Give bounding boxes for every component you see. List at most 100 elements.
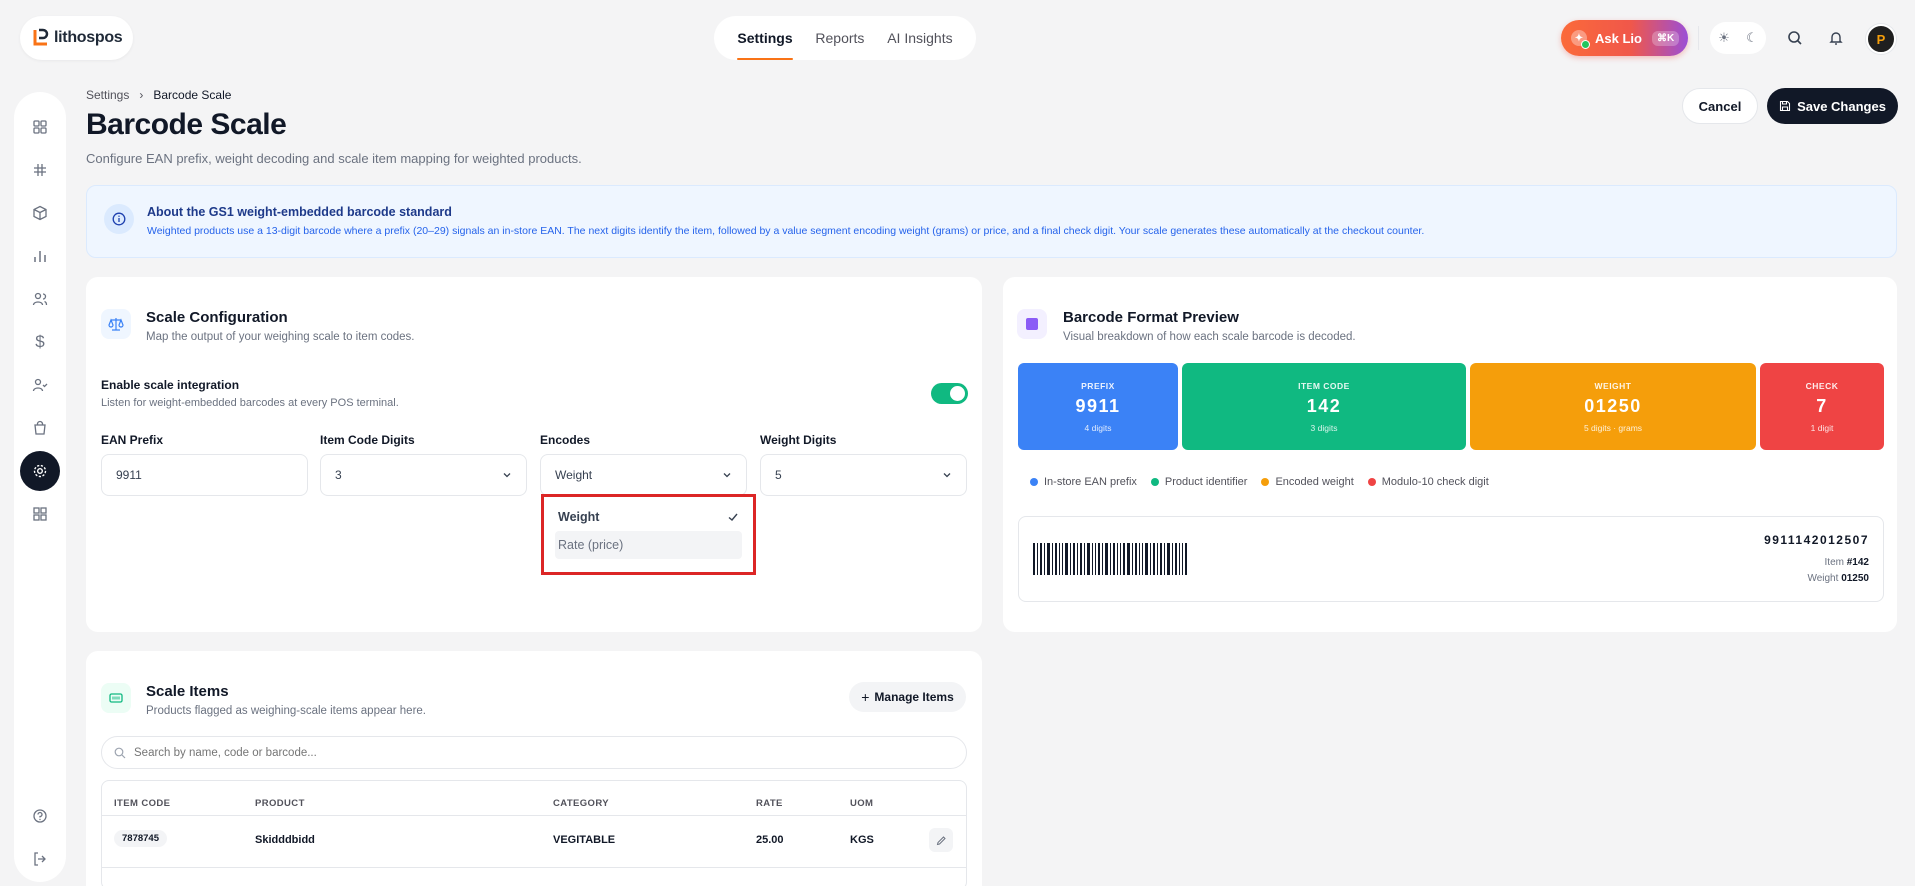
logo[interactable]: lithospos xyxy=(20,16,133,60)
manage-items-label: Manage Items xyxy=(874,690,954,704)
enable-scale-label: Enable scale integration xyxy=(101,378,240,392)
rate-cell: 25.00 xyxy=(756,834,784,846)
shortcut-badge: ⌘K xyxy=(1651,30,1680,46)
bell-icon[interactable] xyxy=(1824,26,1848,50)
divider xyxy=(1698,26,1699,50)
item-code-pill: 7878745 xyxy=(114,830,167,847)
uom-cell: KGS xyxy=(850,834,874,846)
barcode-graphic xyxy=(1033,543,1187,575)
sparkle-icon: ✦ xyxy=(1571,30,1590,49)
sidebar-item-apps[interactable] xyxy=(20,494,60,534)
sidebar-item-staff[interactable] xyxy=(20,365,60,405)
gear-icon xyxy=(33,464,47,478)
breadcrumb: Settings › Barcode Scale xyxy=(86,88,231,102)
edit-button[interactable] xyxy=(929,828,953,852)
encodes-select[interactable]: Weight xyxy=(540,454,747,496)
option-label: Rate (price) xyxy=(558,538,624,552)
header-divider xyxy=(102,815,966,816)
user-check-icon xyxy=(32,378,48,392)
segment-prefix: PREFIX 9911 4 digits xyxy=(1018,363,1178,450)
column-header: CATEGORY xyxy=(553,798,609,809)
breadcrumb-current: Barcode Scale xyxy=(153,88,232,102)
item-code-digits-value: 3 xyxy=(335,468,342,482)
tab-ai-insights[interactable]: AI Insights xyxy=(887,16,952,60)
legend-item: Encoded weight xyxy=(1261,476,1354,488)
segment-name: ITEM CODE xyxy=(1298,381,1350,391)
row-divider xyxy=(102,867,966,868)
segment-name: CHECK xyxy=(1805,381,1839,391)
search-icon xyxy=(114,747,126,758)
weight-digits-value: 5 xyxy=(775,468,782,482)
segment-name: PREFIX xyxy=(1081,381,1115,391)
category-cell: VEGITABLE xyxy=(553,834,616,846)
save-changes-button[interactable]: Save Changes xyxy=(1767,88,1898,124)
barcode-preview-icon xyxy=(1017,309,1047,339)
ean-prefix-input[interactable]: 9911 xyxy=(101,454,308,496)
tab-reports[interactable]: Reports xyxy=(815,16,864,60)
chevron-down-icon xyxy=(943,473,951,478)
weight-digits-label: Weight Digits xyxy=(760,433,837,447)
ask-lio-label: Ask Lio xyxy=(1595,30,1642,46)
search-icon[interactable] xyxy=(1783,26,1807,50)
grid-icon xyxy=(33,120,47,134)
encodes-value: Weight xyxy=(555,468,593,482)
sidebar-item-dashboard[interactable] xyxy=(20,107,60,147)
column-header: PRODUCT xyxy=(255,798,305,809)
sidebar-item-pos[interactable] xyxy=(20,150,60,190)
encodes-option-weight[interactable]: Weight xyxy=(555,503,742,531)
chevron-down-icon xyxy=(723,473,731,478)
save-icon xyxy=(1780,100,1791,112)
moon-icon[interactable]: ☾ xyxy=(1746,30,1758,46)
ask-lio-button[interactable]: ✦ Ask Lio ⌘K xyxy=(1561,20,1688,56)
theme-toggle[interactable]: ☀ ☾ xyxy=(1710,22,1766,54)
enable-scale-toggle[interactable] xyxy=(931,383,968,404)
search-bar xyxy=(101,736,967,769)
box-icon xyxy=(33,205,47,221)
tab-settings[interactable]: Settings xyxy=(737,16,793,60)
breadcrumb-settings[interactable]: Settings xyxy=(86,88,129,102)
card-title: Barcode Format Preview xyxy=(1063,309,1239,326)
ean-prefix-value: 9911 xyxy=(116,468,142,482)
logo-mark-icon xyxy=(33,28,49,46)
sidebar-item-customers[interactable] xyxy=(20,279,60,319)
segment-check: CHECK 7 1 digit xyxy=(1760,363,1884,450)
item-code-digits-select[interactable]: 3 xyxy=(320,454,527,496)
scale-icon xyxy=(101,309,131,339)
segment-value: 01250 xyxy=(1584,396,1642,416)
sidebar-item-help[interactable] xyxy=(20,796,60,836)
segment-note: 3 digits xyxy=(1310,423,1338,433)
sidebar-item-products[interactable] xyxy=(20,193,60,233)
banner-text: Weighted products use a 13-digit barcode… xyxy=(147,225,1425,237)
bar-chart-icon xyxy=(34,251,46,262)
sidebar-item-settings[interactable] xyxy=(20,451,60,491)
avatar[interactable]: P xyxy=(1866,24,1896,54)
option-label: Weight xyxy=(558,510,600,524)
dollar-icon: $ xyxy=(35,332,45,351)
weight-digits-select[interactable]: 5 xyxy=(760,454,967,496)
barcode-sample: 9911142012507 Item #142 Weight 01250 xyxy=(1018,516,1884,602)
barcode-number: 9911142012507 xyxy=(1764,533,1869,547)
card-subtitle: Map the output of your weighing scale to… xyxy=(146,331,415,343)
segment-legend: In-store EAN prefix Product identifier E… xyxy=(1030,476,1489,488)
sidebar-item-logout[interactable] xyxy=(20,839,60,879)
manage-items-button[interactable]: + Manage Items xyxy=(849,682,966,712)
search-input[interactable] xyxy=(134,746,914,759)
segment-item-code: ITEM CODE 142 3 digits xyxy=(1182,363,1466,450)
column-header: RATE xyxy=(756,798,783,809)
legend-item: Modulo-10 check digit xyxy=(1367,476,1489,488)
sun-icon[interactable]: ☀ xyxy=(1718,30,1730,46)
card-title: Scale Configuration xyxy=(146,309,288,326)
save-changes-label: Save Changes xyxy=(1797,98,1886,114)
cancel-button[interactable]: Cancel xyxy=(1682,88,1758,124)
info-banner: About the GS1 weight-embedded barcode st… xyxy=(86,185,1897,258)
segment-note: 5 digits · grams xyxy=(1583,423,1643,433)
top-nav: Settings Reports AI Insights xyxy=(714,16,976,60)
barcode-item: Item #142 xyxy=(1824,557,1869,568)
sidebar-item-finance[interactable]: $ xyxy=(20,322,60,362)
encodes-option-rate[interactable]: Rate (price) xyxy=(555,531,742,559)
sidebar-item-reports[interactable] xyxy=(20,236,60,276)
hash-icon xyxy=(34,164,46,176)
card-title: Scale Items xyxy=(146,683,229,700)
shopping-bag-icon xyxy=(34,420,46,435)
sidebar-item-orders[interactable] xyxy=(20,408,60,448)
